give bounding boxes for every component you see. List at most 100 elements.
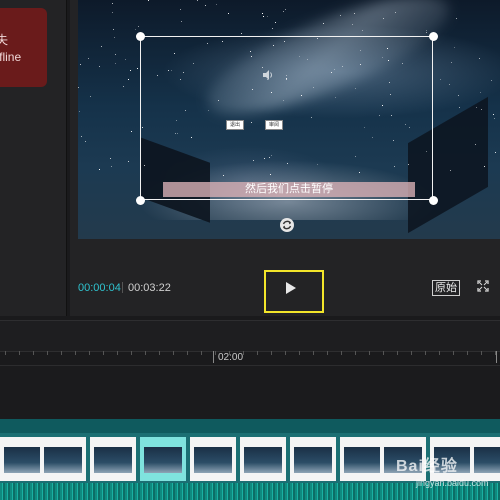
star: [491, 80, 492, 81]
ruler-label: 02:00: [218, 352, 244, 363]
star: [479, 58, 480, 59]
clip-thumbnail[interactable]: [470, 437, 500, 481]
star: [128, 161, 129, 162]
ruler-tick: [425, 351, 426, 355]
star: [79, 111, 80, 112]
star: [125, 59, 126, 60]
ruler-tick: [243, 351, 244, 355]
overlay-button-1[interactable]: 退出: [226, 120, 245, 130]
thumbnail-image: [474, 447, 500, 473]
star: [454, 47, 455, 48]
clip-thumbnail[interactable]: [140, 437, 186, 481]
star: [495, 152, 496, 153]
total-time: 00:03:22: [128, 282, 171, 294]
star: [283, 11, 284, 12]
star: [135, 29, 136, 30]
thumbnail-image: [94, 447, 132, 473]
star: [112, 3, 113, 4]
star: [426, 32, 427, 33]
timeline-toolbar: [0, 320, 500, 352]
ruler-tick: [131, 351, 132, 355]
ruler-tick: [313, 351, 314, 355]
ruler-tick: [355, 351, 356, 355]
ruler-tick: [215, 351, 216, 355]
star: [88, 58, 89, 59]
ruler-tick: [467, 351, 468, 355]
star: [484, 166, 485, 167]
ruler-tick: [453, 351, 454, 355]
subtitle-text: 然后我们点击暂停: [163, 182, 415, 197]
ruler-tick: [47, 351, 48, 355]
thumbnail-image: [144, 447, 182, 473]
play-button[interactable]: [264, 270, 324, 313]
clip-thumbnail[interactable]: [90, 437, 136, 481]
speaker-icon: [263, 70, 272, 80]
ruler-tick-major: [213, 351, 214, 363]
star: [262, 13, 263, 14]
star: [80, 64, 81, 65]
star: [395, 12, 396, 13]
clip-thumbnail[interactable]: [190, 437, 236, 481]
star: [99, 169, 100, 170]
media-panel: 失 ffline: [0, 0, 67, 316]
star: [148, 0, 149, 1]
transform-frame[interactable]: [140, 36, 433, 200]
clip-thumbnail[interactable]: [40, 437, 86, 481]
resize-handle-top-left[interactable]: [136, 32, 145, 41]
resize-handle-bottom-right[interactable]: [429, 196, 438, 205]
play-icon: [286, 282, 296, 294]
thumbnail-image: [344, 447, 382, 473]
offline-badge-line2: ffline: [0, 50, 22, 64]
offline-badge-line1: 失: [0, 33, 9, 47]
ruler-tick: [89, 351, 90, 355]
star: [449, 84, 450, 85]
star: [112, 12, 113, 13]
ruler-tick: [299, 351, 300, 355]
star: [205, 5, 206, 6]
resize-handle-top-right[interactable]: [429, 32, 438, 41]
star: [137, 68, 138, 69]
star: [480, 92, 481, 93]
resize-handle-bottom-left[interactable]: [136, 196, 145, 205]
star: [85, 141, 86, 142]
ruler-tick: [341, 351, 342, 355]
star: [440, 79, 441, 80]
rotate-icon[interactable]: [279, 217, 295, 233]
star: [383, 18, 384, 19]
star: [456, 18, 457, 19]
star: [128, 79, 129, 80]
star: [101, 46, 102, 47]
fullscreen-icon[interactable]: [477, 280, 489, 292]
watermark-url: jingyan.baidu.com: [416, 478, 489, 488]
ruler-tick: [271, 351, 272, 355]
overlay-button-2[interactable]: 审阅: [265, 120, 284, 130]
aspect-ratio-button[interactable]: 原始: [432, 280, 460, 296]
star: [285, 9, 286, 10]
time-separator: [122, 282, 123, 293]
star: [458, 95, 459, 96]
ruler-tick: [159, 351, 160, 355]
clip-thumbnail[interactable]: [240, 437, 286, 481]
ruler-tick: [481, 351, 482, 355]
star: [130, 70, 131, 71]
offline-badge[interactable]: 失 ffline: [0, 8, 47, 87]
star: [131, 131, 132, 132]
thumbnail-image: [4, 447, 42, 473]
ruler-tick: [61, 351, 62, 355]
star: [494, 118, 495, 119]
star: [90, 96, 91, 97]
ruler-tick: [369, 351, 370, 355]
clip-thumbnail[interactable]: [290, 437, 336, 481]
star: [263, 16, 264, 17]
star: [272, 28, 273, 29]
ruler-tick-major: [496, 351, 497, 363]
star: [352, 24, 353, 25]
star: [114, 37, 115, 38]
star: [115, 54, 116, 55]
star: [481, 109, 482, 110]
thumbnail-image: [44, 447, 82, 473]
ruler-tick: [103, 351, 104, 355]
timeline-ruler[interactable]: 02:00: [0, 351, 500, 366]
star: [475, 144, 476, 145]
star: [323, 23, 324, 24]
